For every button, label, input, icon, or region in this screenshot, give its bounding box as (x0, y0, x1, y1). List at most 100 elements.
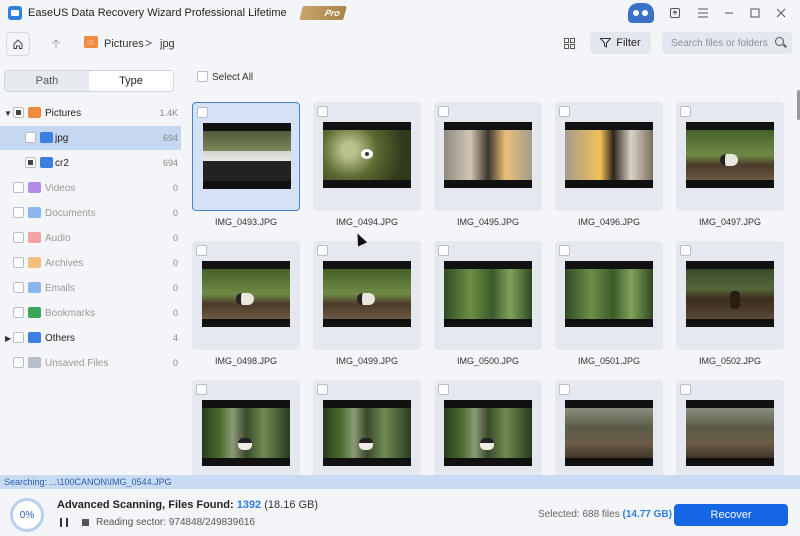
sidebar-item-documents[interactable]: Documents 0 (0, 201, 181, 225)
grid-icon (563, 37, 575, 49)
file-tile[interactable] (676, 380, 784, 489)
file-checkbox[interactable] (559, 245, 570, 256)
view-mode-tabs: Path Type (4, 70, 174, 92)
share-icon[interactable] (666, 5, 684, 21)
tab-type[interactable]: Type (89, 71, 173, 91)
file-tile[interactable] (192, 241, 300, 350)
file-tile[interactable] (434, 241, 542, 350)
sidebar-item-label: Videos (45, 183, 76, 194)
checkbox[interactable] (13, 257, 24, 268)
expand-icon[interactable]: ▼ (4, 109, 12, 118)
file-thumbnail (565, 261, 653, 327)
sidebar-item-cr2[interactable]: cr2 694 (0, 151, 181, 175)
home-button[interactable] (6, 32, 30, 56)
sidebar-item-label: Unsaved Files (45, 358, 109, 369)
mascot-icon[interactable] (628, 3, 654, 23)
sidebar-item-others[interactable]: ▶ Others 4 (0, 326, 181, 350)
menu-icon[interactable] (694, 5, 712, 21)
file-tile[interactable] (192, 380, 300, 489)
checkbox[interactable] (13, 232, 24, 243)
file-thumbnail (323, 400, 411, 466)
scan-title: Advanced Scanning, Files Found: (57, 499, 234, 511)
file-name: IMG_0501.JPG (577, 356, 641, 366)
checkbox[interactable] (13, 332, 24, 343)
file-thumbnail (444, 122, 532, 188)
folder-icon (28, 332, 41, 343)
pause-icon[interactable] (60, 518, 68, 527)
file-thumbnail (202, 261, 290, 327)
progress-percent: 0% (19, 509, 35, 521)
selected-count: Selected: 688 files (538, 509, 620, 520)
file-tile[interactable] (434, 380, 542, 489)
checkbox[interactable] (25, 157, 36, 168)
file-tile[interactable] (555, 102, 663, 211)
file-checkbox[interactable] (680, 245, 691, 256)
reading-sector: Reading sector: 974848/249839616 (96, 517, 256, 528)
sidebar-item-unsaved-files[interactable]: Unsaved Files 0 (0, 351, 181, 375)
tab-path[interactable]: Path (5, 71, 89, 91)
checkbox[interactable] (25, 132, 36, 143)
sidebar-item-archives[interactable]: Archives 0 (0, 251, 181, 275)
file-tile[interactable] (676, 102, 784, 211)
filter-label: Filter (616, 37, 641, 49)
file-tile[interactable] (313, 380, 421, 489)
file-tile[interactable] (676, 241, 784, 350)
breadcrumb-jpg[interactable]: jpg (160, 38, 175, 50)
sidebar-item-count: 1.4K (159, 108, 178, 118)
sidebar-item-count: 694 (162, 133, 178, 143)
file-checkbox[interactable] (196, 384, 207, 395)
select-all-checkbox[interactable] (197, 71, 208, 82)
checkbox[interactable] (13, 182, 24, 193)
checkbox[interactable] (13, 107, 24, 118)
file-checkbox[interactable] (438, 106, 449, 117)
stop-icon[interactable] (82, 519, 89, 526)
close-icon[interactable] (772, 5, 790, 21)
select-all-label[interactable]: Select All (212, 72, 253, 83)
file-checkbox[interactable] (197, 107, 208, 118)
maximize-icon[interactable] (746, 5, 764, 21)
sidebar-item-emails[interactable]: Emails 0 (0, 276, 181, 300)
file-checkbox[interactable] (317, 106, 328, 117)
file-tile[interactable] (192, 102, 300, 211)
file-tile[interactable] (555, 380, 663, 489)
collapse-icon[interactable]: ▶ (5, 334, 11, 343)
up-button[interactable] (44, 32, 68, 56)
file-thumbnail (323, 122, 411, 188)
checkbox[interactable] (13, 357, 24, 368)
files-found-count: 1392 (236, 499, 262, 511)
sidebar-item-pictures[interactable]: ▼ Pictures 1.4K (0, 101, 181, 125)
sidebar-item-videos[interactable]: Videos 0 (0, 176, 181, 200)
search-input[interactable] (671, 37, 771, 49)
file-tile[interactable] (313, 241, 421, 350)
file-checkbox[interactable] (559, 384, 570, 395)
sidebar-item-jpg[interactable]: jpg 694 (0, 126, 181, 150)
sidebar-item-label: Archives (45, 258, 84, 269)
file-checkbox[interactable] (317, 384, 328, 395)
file-checkbox[interactable] (438, 245, 449, 256)
search-icon[interactable] (775, 37, 784, 46)
search-box[interactable] (662, 32, 792, 54)
filter-button[interactable]: Filter (590, 32, 651, 54)
checkbox[interactable] (13, 207, 24, 218)
app-title: EaseUS Data Recovery Wizard Professional… (28, 7, 287, 19)
breadcrumb-pictures[interactable]: Pictures (104, 38, 144, 50)
sidebar-item-bookmarks[interactable]: Bookmarks 0 (0, 301, 181, 325)
checkbox[interactable] (13, 282, 24, 293)
file-checkbox[interactable] (680, 384, 691, 395)
file-checkbox[interactable] (680, 106, 691, 117)
sidebar-item-audio[interactable]: Audio 0 (0, 226, 181, 250)
file-tile[interactable] (313, 102, 421, 211)
grid-view-button[interactable] (558, 32, 580, 54)
recover-button[interactable]: Recover (674, 504, 788, 526)
file-name: IMG_0494.JPG (335, 217, 399, 227)
folder-icon (28, 257, 41, 268)
files-found-size: (18.16 GB) (264, 499, 319, 511)
file-tile[interactable] (555, 241, 663, 350)
checkbox[interactable] (13, 307, 24, 318)
file-checkbox[interactable] (317, 245, 328, 256)
minimize-icon[interactable] (720, 5, 738, 21)
file-checkbox[interactable] (559, 106, 570, 117)
file-tile[interactable] (434, 102, 542, 211)
file-checkbox[interactable] (438, 384, 449, 395)
file-checkbox[interactable] (196, 245, 207, 256)
